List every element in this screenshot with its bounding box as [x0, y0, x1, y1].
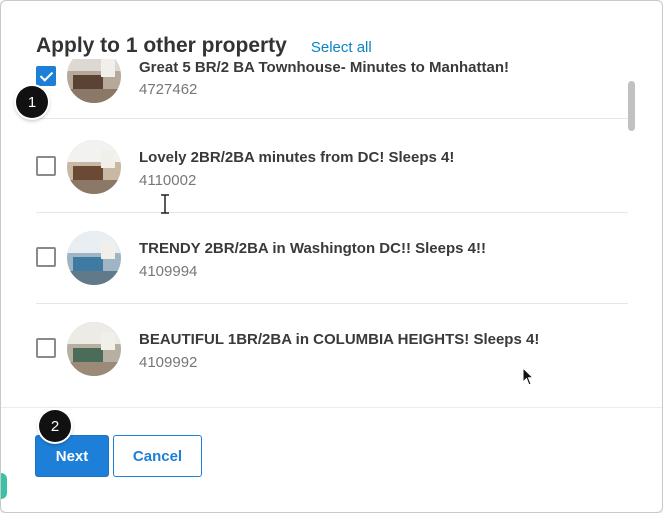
property-checkbox[interactable]: [36, 247, 56, 267]
check-icon[interactable]: [36, 66, 56, 86]
property-title: Lovely 2BR/2BA minutes from DC! Sleeps 4…: [139, 149, 455, 166]
property-thumbnail: [67, 231, 121, 285]
divider: [36, 303, 628, 304]
property-thumbnail: [67, 140, 121, 194]
property-title: Great 5 BR/2 BA Townhouse- Minutes to Ma…: [139, 59, 510, 76]
property-thumbnail: [67, 322, 121, 376]
apply-to-properties-dialog: Apply to 1 other property Select all Gre…: [0, 0, 663, 513]
step-1-badge: 1: [16, 86, 48, 118]
property-checkbox[interactable]: [36, 156, 56, 176]
property-id: 4110002: [139, 172, 197, 189]
property-title: BEAUTIFUL 1BR/2BA in COLUMBIA HEIGHTS! S…: [139, 331, 540, 348]
property-thumbnail: [67, 59, 121, 103]
dialog-header: Apply to 1 other property Select all: [36, 34, 372, 58]
list-item[interactable]: Great 5 BR/2 BA Townhouse- Minutes to Ma…: [36, 59, 628, 119]
property-list: Great 5 BR/2 BA Townhouse- Minutes to Ma…: [1, 59, 641, 407]
property-id: 4109992: [139, 354, 198, 371]
select-all-link[interactable]: Select all: [311, 39, 372, 56]
list-item[interactable]: BEAUTIFUL 1BR/2BA in COLUMBIA HEIGHTS! S…: [36, 305, 628, 395]
list-scrollbar[interactable]: [628, 81, 635, 131]
property-title: TRENDY 2BR/2BA in Washington DC!! Sleeps…: [139, 240, 486, 257]
arrow-cursor-icon: [522, 367, 535, 386]
dialog-title: Apply to 1 other property: [36, 34, 287, 57]
divider: [36, 212, 628, 213]
list-item[interactable]: Lovely 2BR/2BA minutes from DC! Sleeps 4…: [36, 123, 628, 213]
side-tab[interactable]: [1, 473, 7, 499]
list-item[interactable]: TRENDY 2BR/2BA in Washington DC!! Sleeps…: [36, 214, 628, 304]
divider: [36, 118, 628, 119]
i-beam-cursor-icon: [161, 194, 169, 214]
property-id: 4727462: [139, 81, 198, 98]
footer-divider: [1, 407, 662, 408]
property-checkbox[interactable]: [36, 338, 56, 358]
cancel-button[interactable]: Cancel: [113, 435, 202, 477]
property-id: 4109994: [139, 263, 198, 280]
step-2-badge: 2: [39, 410, 71, 442]
next-button[interactable]: Next: [35, 435, 109, 477]
